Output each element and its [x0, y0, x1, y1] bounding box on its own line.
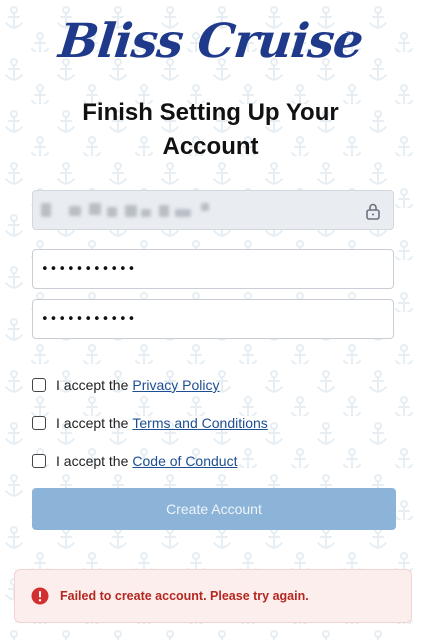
terms-consent: I accept the Terms and Conditions: [32, 412, 268, 434]
page-title: Finish Setting Up Your Account: [0, 96, 421, 164]
error-alert: Failed to create account. Please try aga…: [14, 569, 412, 623]
password-input[interactable]: [33, 250, 349, 288]
page-title-line-1: Finish Setting Up Your: [82, 99, 339, 126]
confirm-password-input[interactable]: [33, 300, 349, 338]
logo-wordmark: Bliss Cruise: [56, 14, 366, 69]
privacy-policy-checkbox[interactable]: [32, 378, 46, 392]
code-of-conduct-link[interactable]: Code of Conduct: [132, 453, 237, 469]
confirm-password-field[interactable]: [32, 299, 394, 339]
trademark-symbol: ™: [346, 30, 354, 39]
privacy-policy-consent: I accept the Privacy Policy: [32, 374, 220, 396]
consent-prefix: I accept the: [56, 377, 129, 393]
code-of-conduct-consent: I accept the Code of Conduct: [32, 450, 237, 472]
lock-icon: [366, 203, 380, 220]
privacy-policy-link[interactable]: Privacy Policy: [132, 377, 219, 393]
signup-page: Bliss Cruise ™ Finish Setting Up Your Ac…: [0, 0, 421, 640]
password-field[interactable]: [32, 249, 394, 289]
consent-prefix: I accept the: [56, 415, 129, 431]
create-account-button[interactable]: Create Account: [32, 488, 396, 530]
page-title-line-2: Account: [162, 133, 259, 160]
email-field[interactable]: [32, 190, 394, 230]
bliss-cruise-logo: Bliss Cruise ™: [0, 6, 421, 88]
code-of-conduct-checkbox[interactable]: [32, 454, 46, 468]
terms-checkbox[interactable]: [32, 416, 46, 430]
error-message: Failed to create account. Please try aga…: [60, 589, 309, 603]
error-icon: [31, 587, 49, 605]
consent-prefix: I accept the: [56, 453, 129, 469]
terms-link[interactable]: Terms and Conditions: [132, 415, 267, 431]
